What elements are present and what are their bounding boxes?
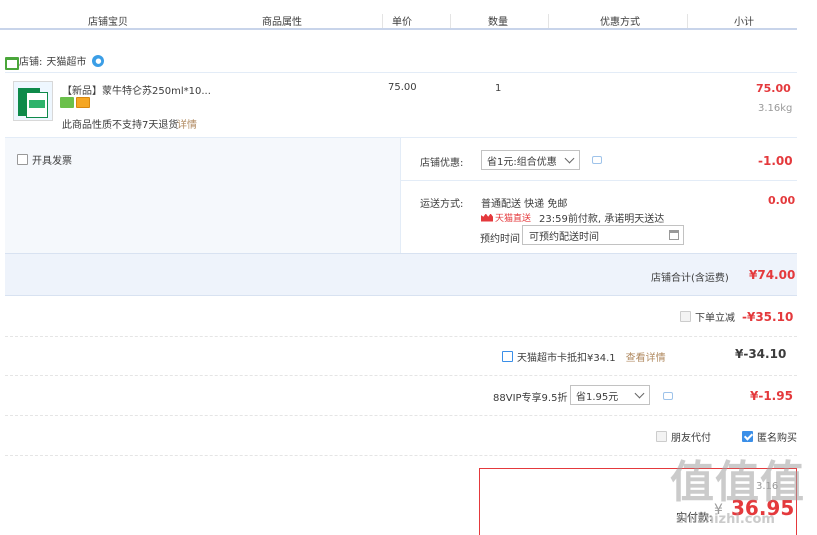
header-product: 店铺宝贝	[88, 17, 128, 28]
view-details-link[interactable]: 查看详情	[626, 349, 666, 364]
comment-icon[interactable]	[592, 156, 602, 164]
chevron-down-icon	[634, 388, 645, 399]
shop-total-amount: ¥74.00	[749, 268, 796, 282]
shop-discount-amount: -1.00	[758, 154, 793, 168]
shop-name[interactable]: 天猫超市	[46, 53, 86, 68]
comment-icon[interactable]	[663, 392, 673, 400]
friend-pay-option[interactable]: 朋友代付	[656, 429, 711, 444]
shipping-label: 运送方式:	[420, 199, 464, 210]
friend-pay-label: 朋友代付	[671, 433, 711, 444]
anonymous-label: 匿名购买	[757, 433, 797, 444]
invoice-label: 开具发票	[32, 156, 72, 167]
card-deduct-amount: ¥-34.10	[735, 347, 787, 361]
anonymous-checkbox[interactable]	[742, 431, 753, 442]
vip-discount-value: 省1.95元	[576, 391, 619, 403]
header-qty: 数量	[488, 17, 508, 28]
card-deduct-checkbox[interactable]	[502, 351, 513, 362]
shop-label: 店铺:	[19, 57, 43, 68]
header-divider	[548, 14, 549, 28]
shipping-method: 普通配送 快递 免邮	[481, 199, 568, 210]
instant-discount-label: 下单立减	[695, 313, 735, 324]
appointment-time-picker[interactable]: 可预约配送时间	[522, 225, 684, 245]
card-deduct-label: 天猫超市卡抵扣¥34.1	[517, 353, 616, 364]
calendar-icon[interactable]	[669, 230, 679, 240]
return-note: 此商品性质不支持7天退货	[62, 120, 179, 131]
header-divider	[687, 14, 688, 28]
invoice-option[interactable]: 开具发票	[17, 152, 72, 167]
vip-discount-select[interactable]: 省1.95元	[570, 385, 650, 405]
tmall-direct-tag: 天猫直送	[481, 211, 531, 224]
chevron-down-icon	[564, 153, 575, 164]
vip-amount: ¥-1.95	[750, 389, 793, 403]
credit-card-icon	[76, 97, 90, 108]
friend-pay-checkbox[interactable]	[656, 431, 667, 442]
appointment-placeholder: 可预约配送时间	[529, 231, 599, 243]
header-divider	[450, 14, 451, 28]
shop-discount-select[interactable]: 省1元:组合优惠	[481, 150, 580, 170]
watermark-logo: 值	[715, 457, 759, 508]
card-deduct-option[interactable]: 天猫超市卡抵扣¥34.1 查看详情	[502, 349, 666, 364]
service-badges	[60, 97, 90, 108]
product-thumbnail[interactable]	[13, 81, 53, 121]
order-options-section: 开具发票 店铺优惠: 省1元:组合优惠 -1.00 运送方式: 普通配送 快递 …	[5, 137, 797, 254]
shop-discount-label: 店铺优惠:	[420, 158, 464, 169]
vip-label: 88VIP专享9.5折	[493, 393, 568, 404]
detail-link[interactable]: 详情	[177, 116, 197, 131]
watermark-logo: 值	[760, 457, 804, 508]
item-weight: 3.16kg	[758, 103, 793, 114]
tmall-direct-label: 天猫直送	[495, 214, 532, 224]
product-title[interactable]: 【新品】蒙牛特仑苏250ml*10...	[62, 82, 211, 97]
shop-total-label: 店铺合计(含运费)	[651, 273, 729, 284]
item-qty: 1	[495, 83, 502, 94]
item-subtotal: 75.00	[756, 82, 791, 95]
appointment-label: 预约时间	[480, 234, 520, 245]
watermark-logo: 值	[670, 457, 714, 508]
header-subtotal: 小计	[734, 17, 754, 28]
table-header: 店铺宝贝 商品属性 单价 数量 优惠方式 小计	[0, 0, 797, 30]
tmall-cat-icon	[481, 213, 493, 222]
shop-icon	[5, 56, 19, 70]
header-price: 单价	[392, 17, 412, 28]
header-divider	[382, 14, 383, 28]
delivery-promise-text: 23:59前付款, 承诺明天送达	[539, 214, 665, 225]
instant-discount-checkbox[interactable]	[680, 311, 691, 322]
header-attr: 商品属性	[262, 17, 302, 28]
divider	[5, 375, 797, 376]
anonymous-option[interactable]: 匿名购买	[742, 429, 797, 444]
wangwang-chat-icon[interactable]: ●	[92, 54, 105, 67]
shop-total-row: 店铺合计(含运费) ¥74.00	[5, 253, 797, 296]
shop-row: 店铺: 天猫超市 ●	[5, 53, 105, 70]
cart-item: 【新品】蒙牛特仑苏250ml*10... 75.00 1 75.00 3.16k…	[5, 72, 797, 137]
shop-discount-value: 省1元:组合优惠	[487, 156, 557, 168]
delivery-promise: 天猫直送 23:59前付款, 承诺明天送达	[481, 210, 664, 225]
shipping-amount: 0.00	[768, 194, 796, 207]
instant-discount-option[interactable]: 下单立减	[680, 309, 735, 324]
item-price: 75.00	[388, 82, 417, 93]
instant-discount-amount: -¥35.10	[742, 310, 794, 324]
divider	[5, 415, 797, 416]
guarantee-icon	[60, 97, 74, 108]
watermark-url: zhizhizhi.com	[676, 512, 775, 527]
invoice-checkbox[interactable]	[17, 154, 28, 165]
header-discount: 优惠方式	[600, 17, 640, 28]
divider	[5, 336, 797, 337]
